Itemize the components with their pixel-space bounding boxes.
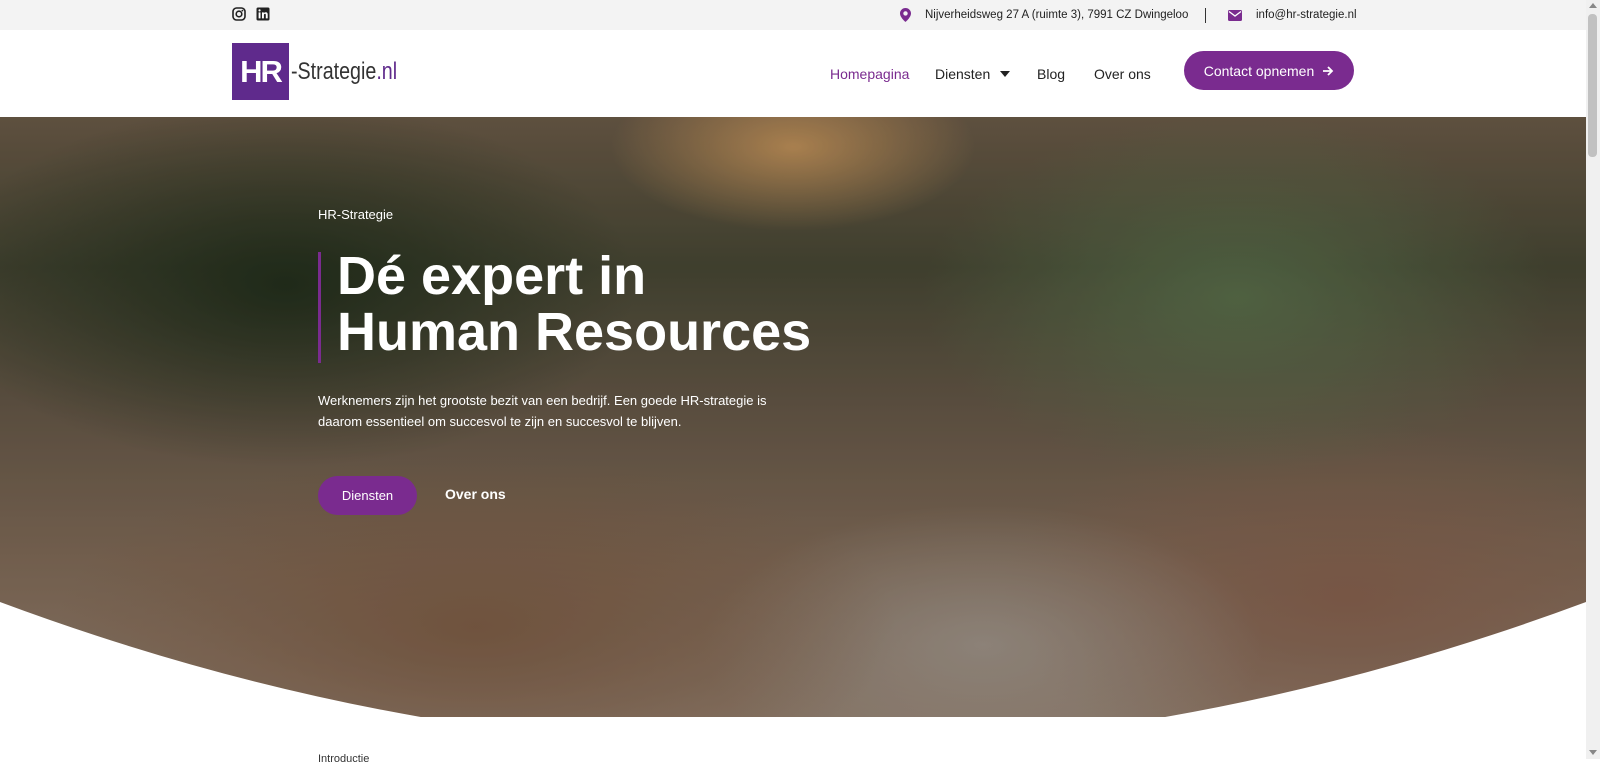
hero-eyebrow: HR-Strategie [318,207,394,222]
hero-title: Dé expert in Human Resources [337,248,811,360]
instagram-icon[interactable] [232,7,246,21]
nav-services[interactable]: Diensten [935,66,990,82]
top-bar: Nijverheidsweg 27 A (ruimte 3), 7991 CZ … [0,0,1586,30]
contact-button[interactable]: Contact opnemen [1184,51,1354,90]
nav-home[interactable]: Homepagina [830,66,909,82]
linkedin-icon[interactable] [256,7,270,21]
page-scrollbar[interactable] [1586,0,1600,759]
nav-about[interactable]: Over ons [1094,66,1151,82]
site-logo[interactable]: HR -Strategie.nl [232,43,420,100]
contact-button-label: Contact opnemen [1203,62,1315,79]
hero-title-line-1: Dé expert in [337,246,647,306]
scroll-up-icon[interactable] [1589,3,1597,8]
hero-bottom-curve [0,602,1586,717]
about-link[interactable]: Over ons [445,486,506,502]
chevron-down-icon[interactable] [1000,70,1011,77]
address-info: Nijverheidsweg 27 A (ruimte 3), 7991 CZ … [900,0,1188,30]
nav-blog[interactable]: Blog [1037,66,1065,82]
hero-title-accent [318,252,321,363]
address-text: Nijverheidsweg 27 A (ruimte 3), 7991 CZ … [925,9,1189,21]
email-info[interactable]: info@hr-strategie.nl [1228,0,1357,30]
topbar-divider [1205,8,1206,23]
scrollbar-thumb[interactable] [1588,14,1597,157]
scroll-down-icon[interactable] [1589,750,1597,755]
envelope-icon [1228,9,1242,21]
arrow-right-icon [1323,65,1334,76]
site-header: HR -Strategie.nl Homepagina Diensten Blo… [0,30,1586,117]
hero-title-line-2: Human Resources [337,302,812,362]
email-link[interactable]: info@hr-strategie.nl [1256,9,1357,21]
hero-lead: Werknemers zijn het grootste bezit van e… [318,393,767,429]
social-links [232,7,270,21]
map-pin-icon [900,8,911,22]
logo-wordmark: -Strategie.nl [291,57,398,85]
services-button[interactable]: Diensten [318,476,417,515]
intro-eyebrow: Introductie [318,753,370,765]
logo-mark: HR [232,43,289,100]
